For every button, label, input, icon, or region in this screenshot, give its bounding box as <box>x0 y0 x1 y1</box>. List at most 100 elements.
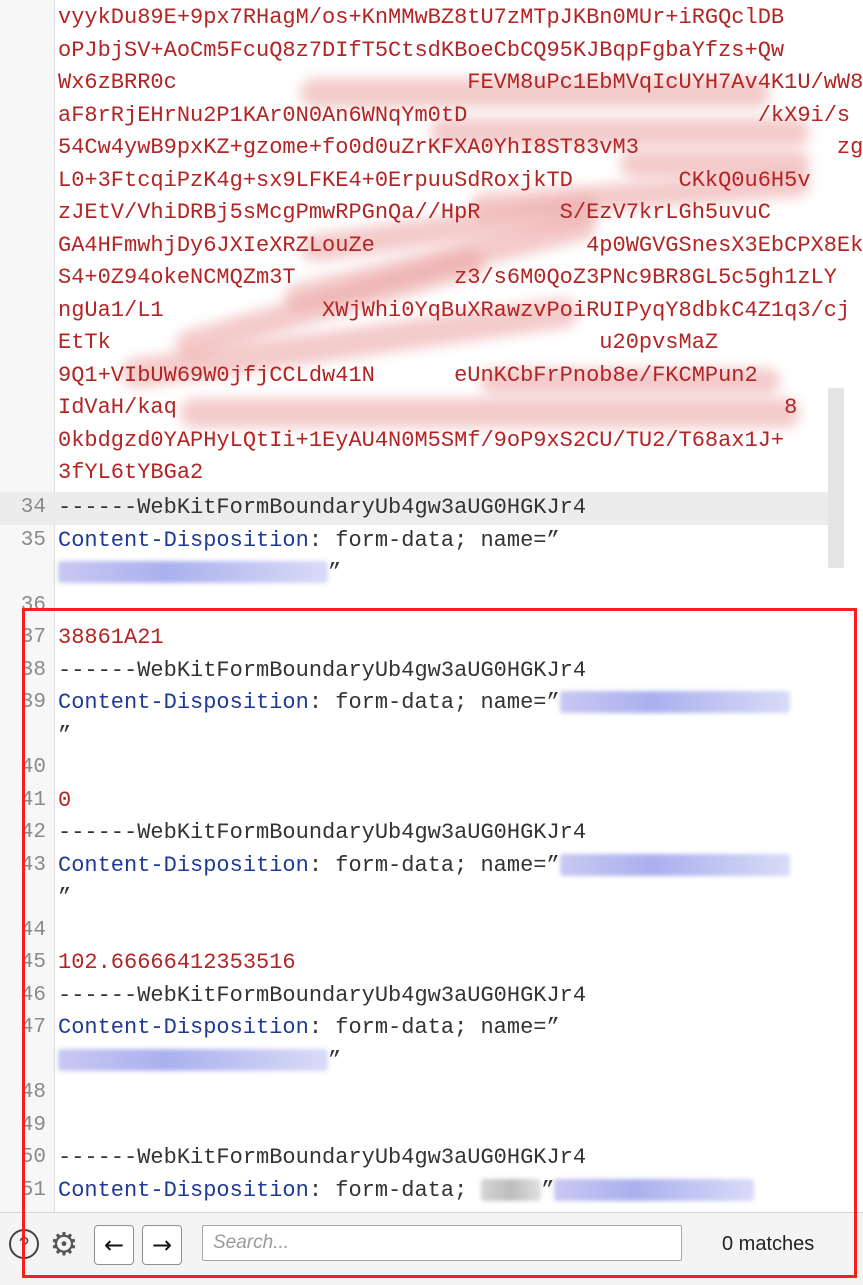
base64-text: zJEtV/VhiDRBj5sMcgPmwRPGnQa//HpR S/EzV7k… <box>58 200 771 225</box>
code-line: S4+0Z94okeNCMQZm3T z3/s6M0QoZ3PNc9BR8GL5… <box>0 262 837 295</box>
svg-text:?: ? <box>19 1234 29 1254</box>
help-button[interactable]: ? <box>6 1225 42 1263</box>
redacted-field-name <box>58 561 328 584</box>
code-line: 51 Content-Disposition: form-data; ” <box>0 1175 830 1208</box>
search-toolbar: ? ⚙ ← → 0 matches <box>0 1212 863 1285</box>
code-line: 54Cw4ywB9pxKZ+gzome+fo0d0uZrKFXA0YhI8ST8… <box>0 132 863 165</box>
search-input[interactable] <box>202 1225 682 1261</box>
boundary-text: ------WebKitFormBoundaryUb4gw3aUG0HGKJr4 <box>58 495 587 520</box>
help-icon: ? <box>9 1229 39 1259</box>
base64-text: S4+0Z94okeNCMQZm3T z3/s6M0QoZ3PNc9BR8GL5… <box>58 265 837 290</box>
base64-text: IdVaH/kaq 8 <box>58 395 798 420</box>
line-number: 42 <box>20 821 46 844</box>
code-editor[interactable]: vyykDu89E+9px7RHagM/os+KnMMwBZ8tU7zMTpJK… <box>0 0 863 1212</box>
code-line-wrap: ” <box>0 557 830 590</box>
field-value: 0 <box>58 787 72 813</box>
closing-quote: ” <box>58 885 72 910</box>
line-number: 34 <box>20 496 46 519</box>
code-line: L0+3FtcqiPzK4g+sx9LFKE4+0ErpuuSdRoxjkTD … <box>0 165 830 198</box>
code-line: ngUa1/L1 XWjWhi0YqBuXRawzvPoiRUIPyqY8dbk… <box>0 295 850 328</box>
code-line: vyykDu89E+9px7RHagM/os+KnMMwBZ8tU7zMTpJK… <box>0 2 830 35</box>
base64-text: 3fYL6tYBGa2 <box>58 460 204 485</box>
previous-match-button[interactable]: ← <box>94 1225 134 1265</box>
opening-quote: ” <box>541 1177 555 1203</box>
code-line: 39 Content-Disposition: form-data; name=” <box>0 687 830 720</box>
redacted-field-name <box>554 1178 755 1201</box>
line-number: 40 <box>20 756 46 779</box>
base64-text: 54Cw4ywB9pxKZ+gzome+fo0d0uZrKFXA0YhI8ST8… <box>58 135 863 160</box>
header-key: Content-Disposition <box>58 852 309 878</box>
code-line: EtTk u20pvsMaZ <box>0 327 830 360</box>
code-line: 44 <box>0 915 830 948</box>
code-line-wrap: ” <box>0 1045 830 1078</box>
line-number: 49 <box>20 1113 46 1137</box>
code-line: 42 ------WebKitFormBoundaryUb4gw3aUG0HGKJ… <box>0 817 830 850</box>
header-value: : form-data; name=” <box>308 1015 560 1040</box>
boundary-text: ------WebKitFormBoundaryUb4gw3aUG0HGKJr4 <box>58 1145 587 1170</box>
line-number: 36 <box>20 593 46 617</box>
field-value: 38861A21 <box>58 625 164 650</box>
header-key: Content-Disposition <box>58 690 309 715</box>
code-line: 49 <box>0 1110 830 1143</box>
match-count: 0 matches <box>722 1233 815 1255</box>
base64-text: oPJbjSV+AoCm5FcuQ8z7DIfT5CtsdKBoeCbCQ95K… <box>58 37 785 63</box>
closing-quote: ” <box>328 560 342 585</box>
header-key: Content-Disposition <box>58 1177 309 1203</box>
code-line: 9Q1+VIbUW69W0jfjCCLdw41N eUnKCbFrPnob8e/… <box>0 360 830 393</box>
code-line: 47 Content-Disposition: form-data; name=” <box>0 1012 830 1045</box>
redacted-field-name <box>58 1048 328 1071</box>
boundary-text: ------WebKitFormBoundaryUb4gw3aUG0HGKJr4 <box>58 982 587 1008</box>
line-number: 43 <box>20 853 46 877</box>
code-line: 38 ------WebKitFormBoundaryUb4gw3aUG0HGKJ… <box>0 655 830 688</box>
base64-text: aF8rRjEHrNu2P1KAr0N0An6WNqYm0tD /kX9i/s <box>58 102 851 128</box>
line-number: 51 <box>20 1178 46 1202</box>
redacted-text <box>481 1178 542 1201</box>
code-line: 3fYL6tYBGa2 <box>0 457 830 490</box>
vertical-scrollbar[interactable] <box>828 388 844 568</box>
line-number: 46 <box>20 983 46 1007</box>
code-line: aF8rRjEHrNu2P1KAr0N0An6WNqYm0tD /kX9i/s <box>0 100 850 133</box>
closing-quote: ” <box>328 1047 342 1073</box>
line-number: 48 <box>20 1081 46 1104</box>
code-line: 50 ------WebKitFormBoundaryUb4gw3aUG0HGKJ… <box>0 1142 830 1175</box>
line-number: 39 <box>20 691 46 714</box>
header-value: : form-data; name=” <box>308 527 560 553</box>
code-line: 45 102.66666412353516 <box>0 947 830 980</box>
base64-text: EtTk u20pvsMaZ <box>58 330 719 355</box>
header-value: : form-data; <box>308 1177 468 1203</box>
redacted-field-name <box>559 691 790 714</box>
line-number: 45 <box>20 951 46 974</box>
header-key: Content-Disposition <box>58 527 309 553</box>
code-line: 36 <box>0 590 830 623</box>
closing-quote: ” <box>58 722 72 748</box>
next-match-button[interactable]: → <box>142 1225 182 1265</box>
line-number: 47 <box>20 1016 46 1039</box>
settings-button[interactable]: ⚙ <box>44 1225 84 1263</box>
base64-text: vyykDu89E+9px7RHagM/os+KnMMwBZ8tU7zMTpJK… <box>58 5 785 30</box>
arrow-right-icon: → <box>151 1231 173 1259</box>
line-number: 50 <box>20 1146 46 1169</box>
code-line: 46 ------WebKitFormBoundaryUb4gw3aUG0HGKJ… <box>0 980 830 1013</box>
line-number: 41 <box>20 788 46 812</box>
code-line: oPJbjSV+AoCm5FcuQ8z7DIfT5CtsdKBoeCbCQ95K… <box>0 35 830 68</box>
header-value: : form-data; name=” <box>308 690 560 715</box>
base64-text: ngUa1/L1 XWjWhi0YqBuXRawzvPoiRUIPyqY8dbk… <box>58 297 851 323</box>
redacted-field-name <box>559 853 790 876</box>
line-number: 44 <box>20 918 46 942</box>
code-line: 0kbdgzd0YAPHyLQtIi+1EyAU4N0M5SMf/9oP9xS2… <box>0 425 830 458</box>
code-line: 48 <box>0 1077 830 1110</box>
code-line: 40 <box>0 752 830 785</box>
code-line: 35 Content-Disposition: form-data; name=” <box>0 525 830 558</box>
code-line-current: 34 ------WebKitFormBoundaryUb4gw3aUG0HGKJ… <box>0 492 830 525</box>
line-number: 38 <box>20 658 46 682</box>
code-line: IdVaH/kaq 8 <box>0 392 830 425</box>
code-line: 43 Content-Disposition: form-data; name=” <box>0 850 830 883</box>
code-line: 37 38861A21 <box>0 622 830 655</box>
boundary-text: ------WebKitFormBoundaryUb4gw3aUG0HGKJr4 <box>58 657 587 683</box>
code-line: zJEtV/VhiDRBj5sMcgPmwRPGnQa//HpR S/EzV7k… <box>0 197 830 230</box>
code-line: GA4HFmwhjDy6JXIeXRZLouZe 4p0WGVGSnesX3Eb… <box>0 230 863 263</box>
header-value: : form-data; name=” <box>308 852 560 878</box>
field-value: 102.66666412353516 <box>58 950 296 975</box>
boundary-text: ------WebKitFormBoundaryUb4gw3aUG0HGKJr4 <box>58 820 587 845</box>
code-line-wrap: ” <box>0 720 830 753</box>
